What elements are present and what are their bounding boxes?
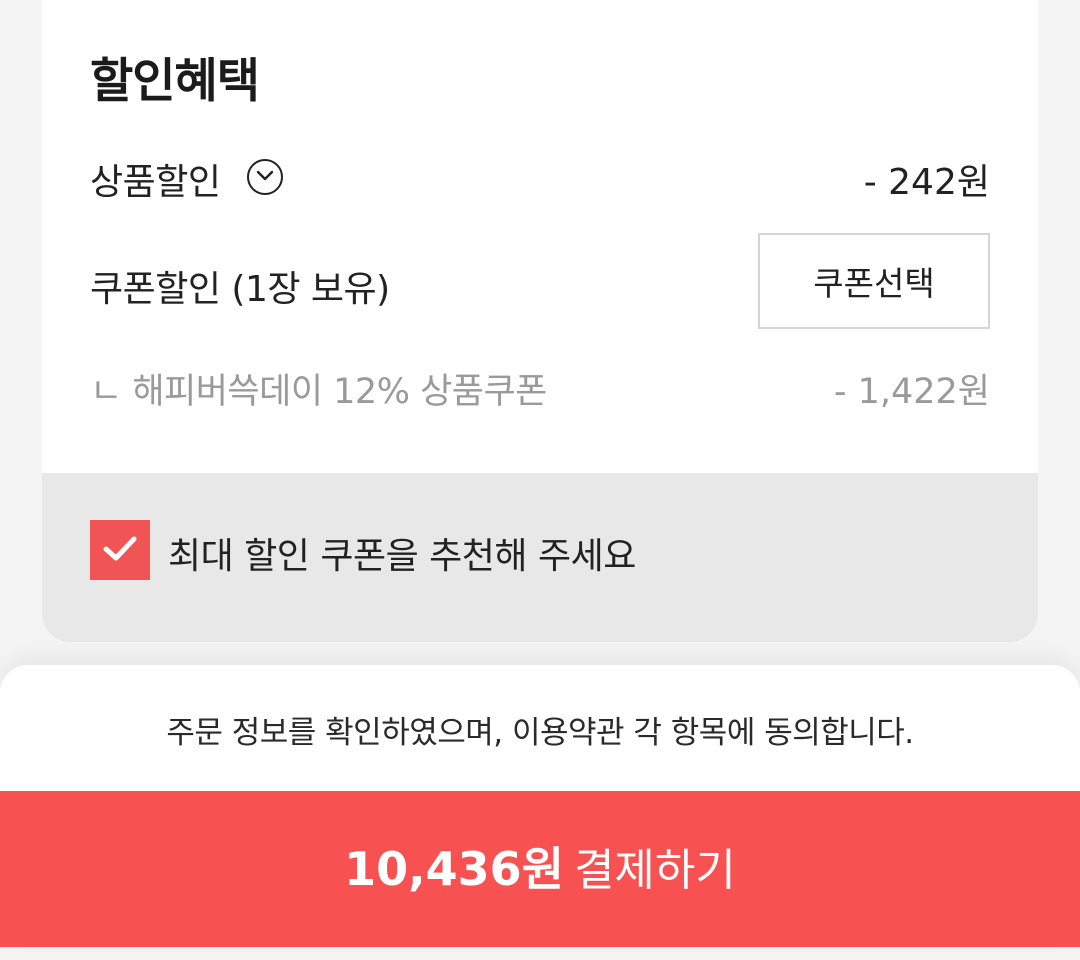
chevron-down-icon [256,170,274,181]
discount-card: 할인혜택 상품할인 - 242원 쿠폰할인 (1장 보유) 쿠폰선택 ㄴ 해피버… [42,0,1038,642]
product-discount-label: 상품할인 [90,162,221,203]
coupon-select-button[interactable]: 쿠폰선택 [758,233,990,329]
applied-coupon-value: - 1,422원 [833,372,990,412]
checkout-footer: 주문 정보를 확인하였으며, 이용약관 각 항목에 동의합니다. 10,436원… [0,665,1080,947]
coupon-discount-label: 쿠폰할인 (1장 보유) [90,269,390,310]
pay-amount: 10,436원 [344,842,564,896]
pay-label: 결제하기 [573,845,736,896]
recommend-coupon-checkbox[interactable] [90,520,150,580]
applied-coupon-label: ㄴ 해피버쓱데이 12% 상품쿠폰 [90,372,547,412]
checkmark-icon [103,536,137,561]
product-discount-expand-button[interactable] [247,159,283,195]
section-title: 할인혜택 [90,54,260,109]
agreement-text: 주문 정보를 확인하였으며, 이용약관 각 항목에 동의합니다. [166,715,914,751]
product-discount-value: - 242원 [863,162,990,203]
pay-button[interactable]: 10,436원 결제하기 [0,791,1080,947]
recommend-coupon-label[interactable]: 최대 할인 쿠폰을 추천해 주세요 [168,527,636,579]
recommend-coupon-box: 최대 할인 쿠폰을 추천해 주세요 [42,473,1038,642]
